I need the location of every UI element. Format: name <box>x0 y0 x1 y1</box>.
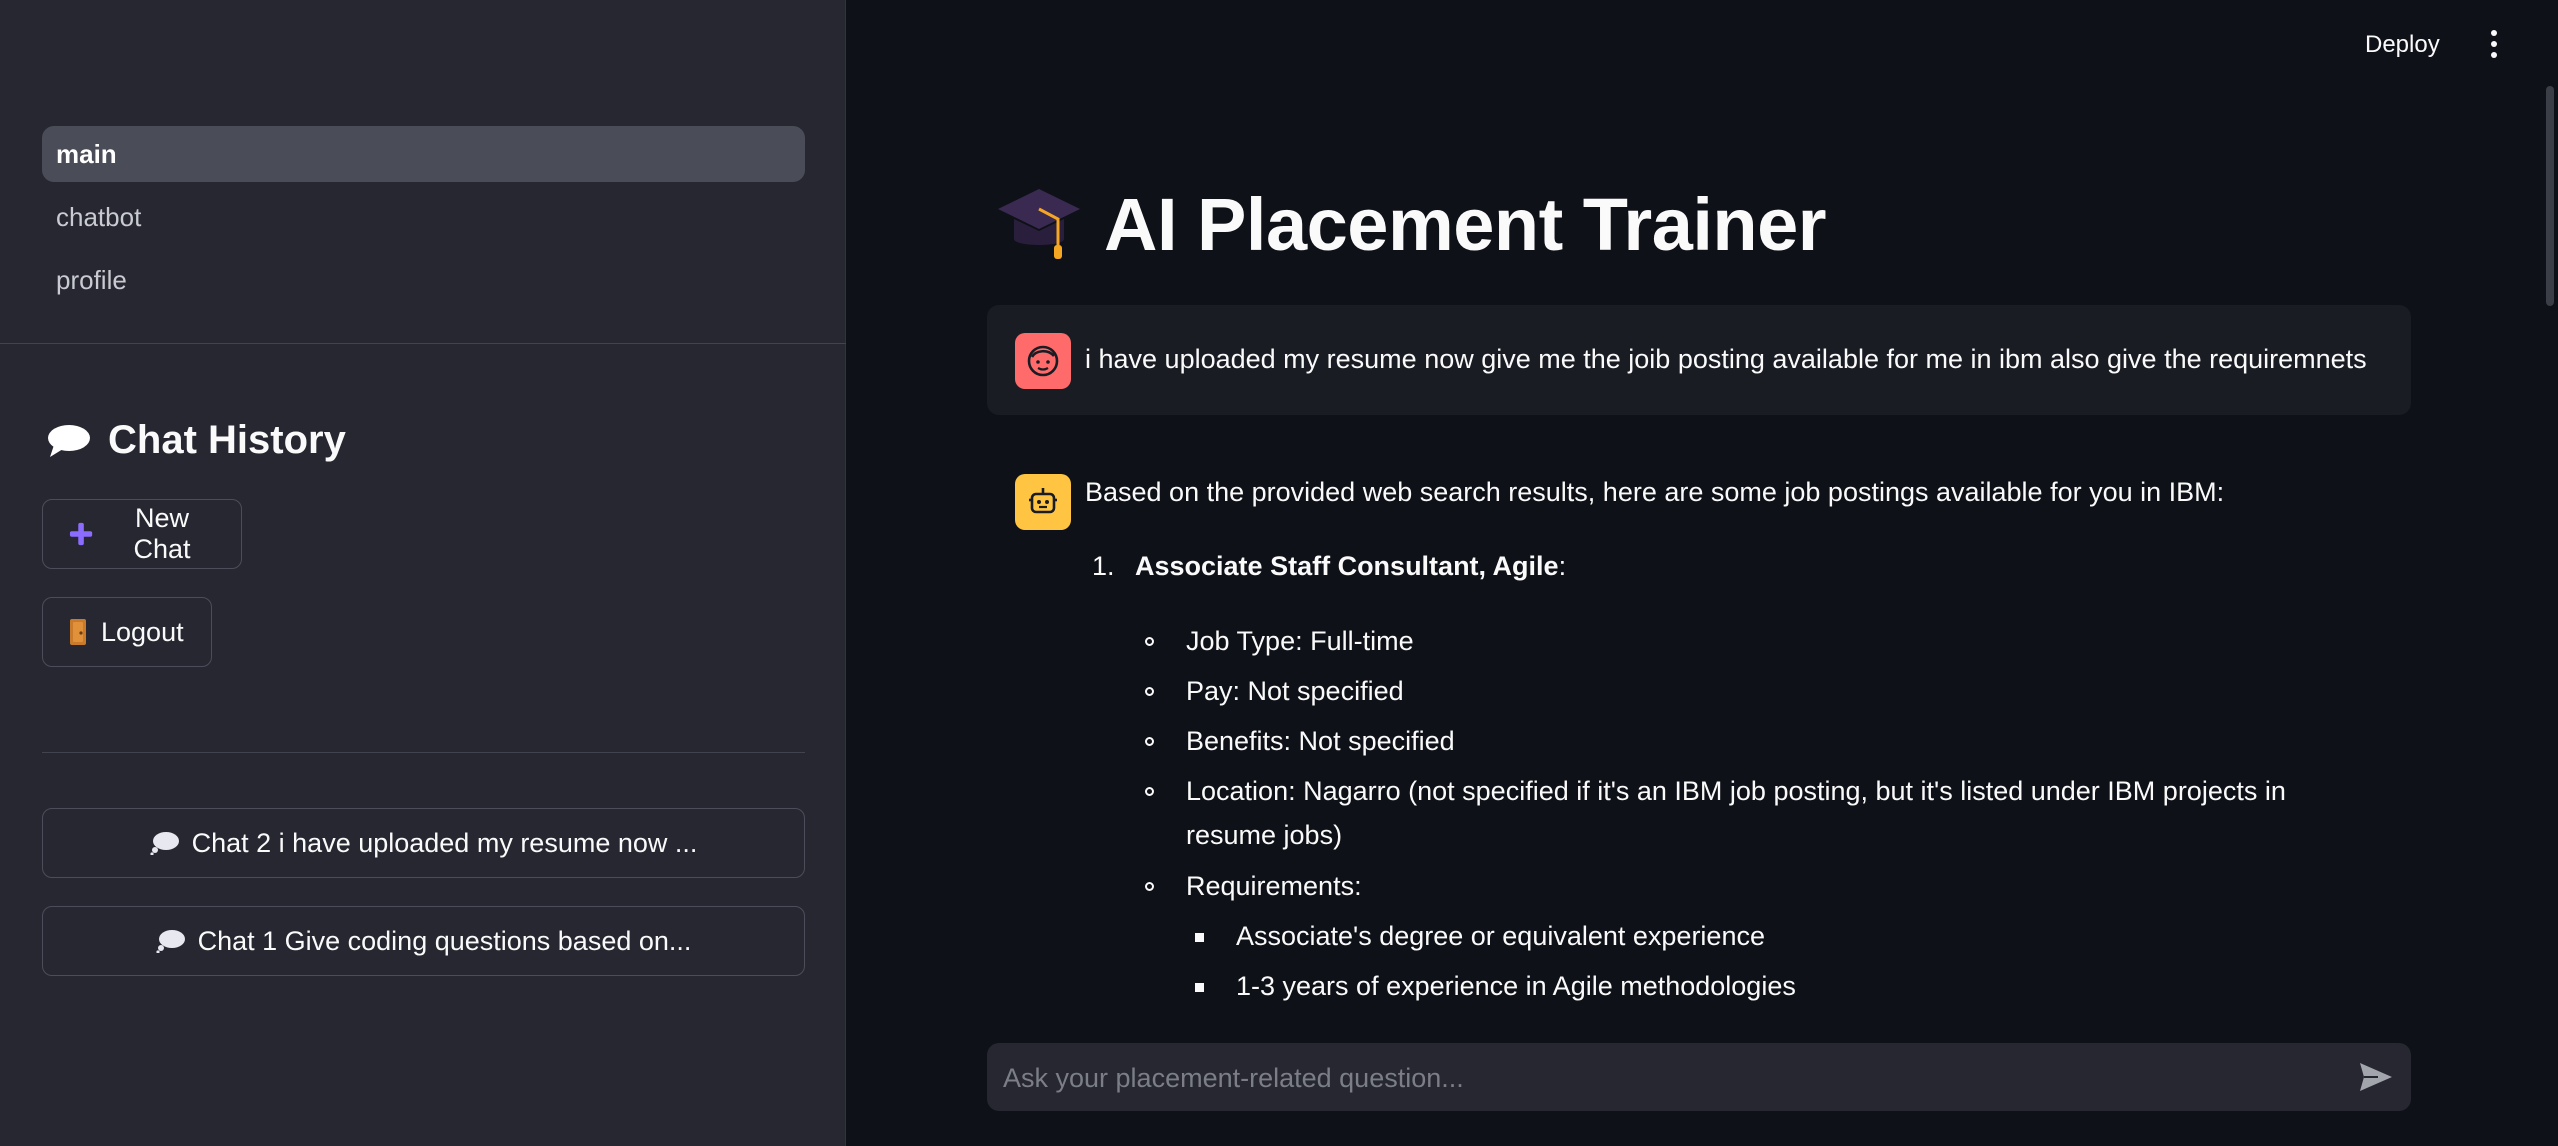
sidebar-divider <box>0 343 846 344</box>
list-item: Requirements: <box>1186 871 1362 901</box>
chat-history-heading: Chat History <box>46 418 346 463</box>
kebab-menu-icon[interactable] <box>2483 30 2505 62</box>
chat-history-item[interactable]: Chat 2 i have uploaded my resume now ... <box>42 808 805 878</box>
list-item: Location: Nagarro (not specified if it's… <box>1186 776 2286 850</box>
bullet-circle <box>1145 687 1154 696</box>
plus-icon <box>69 522 93 546</box>
speech-bubble-icon <box>48 424 90 457</box>
chat-history-title: Chat History <box>108 418 346 462</box>
chat-history-label: Chat 1 Give coding questions based on... <box>197 925 692 956</box>
sidebar-item-main[interactable]: main <box>42 126 805 182</box>
user-avatar <box>1015 333 1071 389</box>
chat-history-label: Chat 2 i have uploaded my resume now ... <box>191 827 698 858</box>
chat-input[interactable] <box>1001 1043 2345 1113</box>
requirement-item: 1-3 years of experience in Agile methodo… <box>1236 971 1796 1001</box>
sidebar-nav: main chatbot profile <box>42 126 805 315</box>
bullet-circle <box>1145 637 1154 646</box>
page-title-text: AI Placement Trainer <box>1104 183 1827 266</box>
bullet-circle <box>1145 882 1154 891</box>
page-title: AI Placement Trainer <box>996 182 1827 267</box>
robot-icon <box>1029 488 1057 514</box>
chat-history-item[interactable]: Chat 1 Give coding questions based on... <box>42 906 805 976</box>
user-message-text: i have uploaded my resume now give me th… <box>1085 344 2367 374</box>
bullet-circle <box>1145 787 1154 796</box>
list-item: Benefits: Not specified <box>1186 726 1455 756</box>
bullet-square <box>1195 933 1204 942</box>
job-title-colon: : <box>1558 551 1567 581</box>
logout-label: Logout <box>101 616 184 647</box>
thought-bubble-icon <box>150 832 179 855</box>
thought-bubble-icon <box>155 930 185 953</box>
send-icon[interactable] <box>2358 1061 2394 1093</box>
deploy-button[interactable]: Deploy <box>2357 24 2448 66</box>
assistant-avatar <box>1015 474 1071 530</box>
sidebar-item-chatbot[interactable]: chatbot <box>42 189 805 245</box>
sidebar-item-profile[interactable]: profile <box>42 252 805 308</box>
list-item: Pay: Not specified <box>1186 676 1404 706</box>
new-chat-button[interactable]: New Chat <box>42 499 242 569</box>
list-item-number: 1. <box>1092 551 1115 581</box>
assistant-intro-text: Based on the provided web search results… <box>1085 477 2225 507</box>
sidebar-divider <box>42 752 805 753</box>
logout-button[interactable]: Logout <box>42 597 212 667</box>
scrollbar[interactable] <box>2546 86 2554 306</box>
requirement-item: Associate's degree or equivalent experie… <box>1236 921 1765 951</box>
graduation-cap-icon <box>998 188 1080 259</box>
job-title: Associate Staff Consultant, Agile: <box>1135 551 1566 582</box>
door-icon <box>70 619 86 645</box>
user-face-icon <box>1027 345 1059 377</box>
bullet-square <box>1195 983 1204 992</box>
bullet-circle <box>1145 737 1154 746</box>
sidebar: main chatbot profile Chat History New Ch… <box>0 0 846 1146</box>
chat-input-container <box>987 1043 2411 1113</box>
list-item: Job Type: Full-time <box>1186 626 1414 656</box>
new-chat-label: New Chat <box>133 503 191 564</box>
job-title-text: Associate Staff Consultant, Agile <box>1135 551 1559 581</box>
